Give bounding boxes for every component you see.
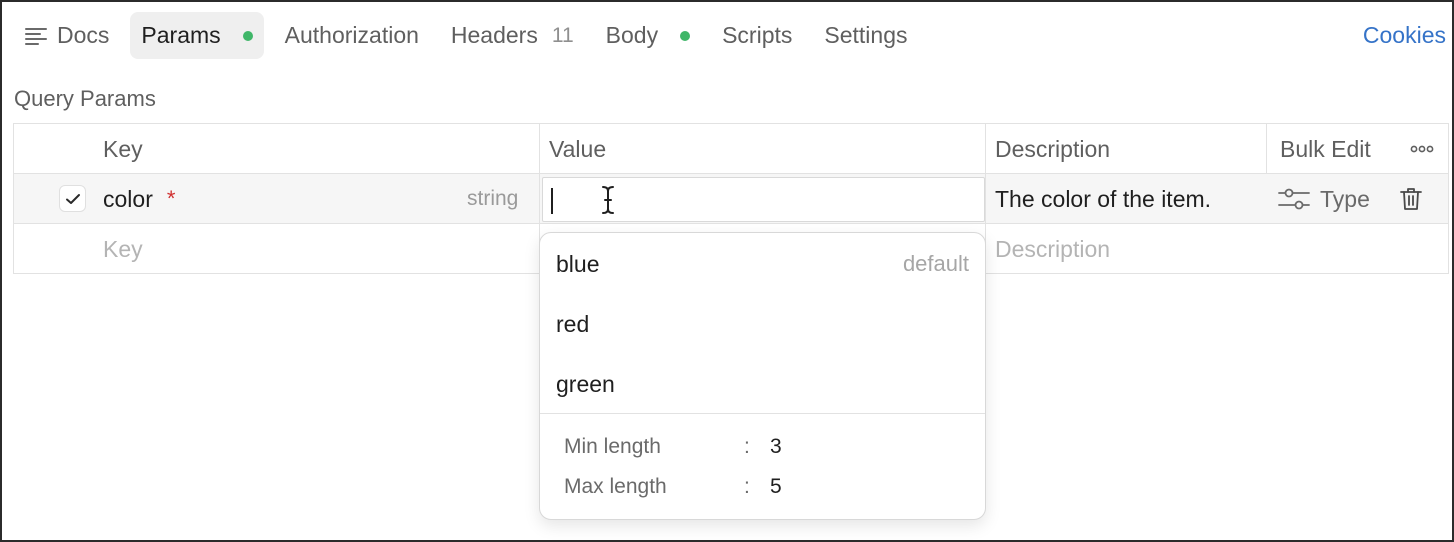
tab-scripts[interactable]: Scripts bbox=[711, 12, 803, 59]
tab-docs-label: Docs bbox=[57, 22, 110, 48]
tab-headers[interactable]: Headers 11 bbox=[440, 12, 585, 59]
tab-body[interactable]: Body bbox=[595, 12, 701, 59]
query-params-title: Query Params bbox=[14, 86, 156, 111]
sliders-icon bbox=[1278, 188, 1310, 210]
params-active-dot bbox=[242, 30, 253, 41]
option-label: blue bbox=[556, 250, 600, 277]
tab-scripts-label: Scripts bbox=[722, 22, 793, 48]
constraint-separator: : bbox=[744, 435, 750, 458]
column-divider bbox=[1266, 124, 1267, 174]
row-enabled-checkbox[interactable] bbox=[59, 185, 86, 212]
option-label: red bbox=[556, 310, 590, 337]
param-key-field[interactable]: color * bbox=[103, 174, 175, 224]
constraint-label: Min length bbox=[564, 435, 661, 458]
table-header-row: Key Value Description Bulk Edit bbox=[14, 124, 1448, 174]
tab-body-label: Body bbox=[605, 22, 659, 48]
text-caret bbox=[551, 188, 553, 214]
body-active-dot bbox=[680, 30, 691, 41]
tab-params-label: Params bbox=[141, 22, 221, 48]
request-tab-bar: Docs Params Authorization Headers 11 Bod… bbox=[14, 12, 1446, 59]
tab-settings-label: Settings bbox=[824, 22, 908, 48]
param-value-input[interactable] bbox=[542, 177, 985, 222]
param-key-text: color bbox=[103, 185, 153, 212]
param-type-button[interactable]: Type bbox=[1278, 174, 1370, 224]
dropdown-option-green[interactable]: green bbox=[540, 354, 985, 414]
dropdown-option-blue[interactable]: blue default bbox=[540, 234, 985, 294]
required-indicator: * bbox=[166, 186, 176, 211]
delete-row-icon[interactable] bbox=[1400, 174, 1422, 224]
constraint-value: 5 bbox=[770, 475, 782, 498]
tab-params[interactable]: Params bbox=[130, 12, 264, 59]
i-beam-cursor-icon bbox=[601, 185, 615, 220]
tab-docs[interactable]: Docs bbox=[14, 12, 120, 59]
more-options-icon[interactable] bbox=[1410, 124, 1434, 174]
constraint-value: 3 bbox=[770, 435, 782, 458]
constraint-label: Max length bbox=[564, 475, 667, 498]
bulk-edit-button[interactable]: Bulk Edit bbox=[1280, 124, 1371, 174]
description-column-header: Description bbox=[995, 135, 1111, 162]
request-editor-panel: Docs Params Authorization Headers 11 Bod… bbox=[0, 0, 1454, 542]
tab-settings[interactable]: Settings bbox=[813, 12, 918, 59]
key-column-header: Key bbox=[103, 135, 143, 162]
table-row: color * string The color of the item. Ty… bbox=[14, 174, 1448, 224]
option-label: green bbox=[556, 370, 615, 397]
tab-authorization[interactable]: Authorization bbox=[274, 12, 430, 59]
new-param-description-input[interactable]: Description bbox=[995, 224, 1110, 274]
tab-headers-label: Headers bbox=[450, 22, 538, 48]
dropdown-divider bbox=[540, 413, 985, 414]
tab-authorization-label: Authorization bbox=[284, 22, 419, 48]
new-param-key-input[interactable]: Key bbox=[103, 224, 143, 274]
constraint-separator: : bbox=[744, 475, 750, 498]
default-hint: default bbox=[902, 251, 969, 276]
min-length-constraint: Min length : 3 bbox=[564, 432, 782, 462]
cookies-link[interactable]: Cookies bbox=[1363, 12, 1446, 59]
param-type-hint: string bbox=[467, 187, 519, 210]
max-length-constraint: Max length : 5 bbox=[564, 472, 782, 502]
param-description-field[interactable]: The color of the item. bbox=[995, 174, 1211, 224]
value-suggestions-dropdown: blue default red green Min length : 3 Ma… bbox=[539, 232, 986, 520]
checkmark-icon bbox=[65, 193, 80, 204]
param-type-label: Type bbox=[1320, 185, 1370, 212]
dropdown-option-red[interactable]: red bbox=[540, 294, 985, 354]
headers-count-badge: 11 bbox=[551, 23, 574, 47]
docs-list-icon bbox=[25, 27, 47, 45]
value-column-header: Value bbox=[549, 135, 607, 162]
